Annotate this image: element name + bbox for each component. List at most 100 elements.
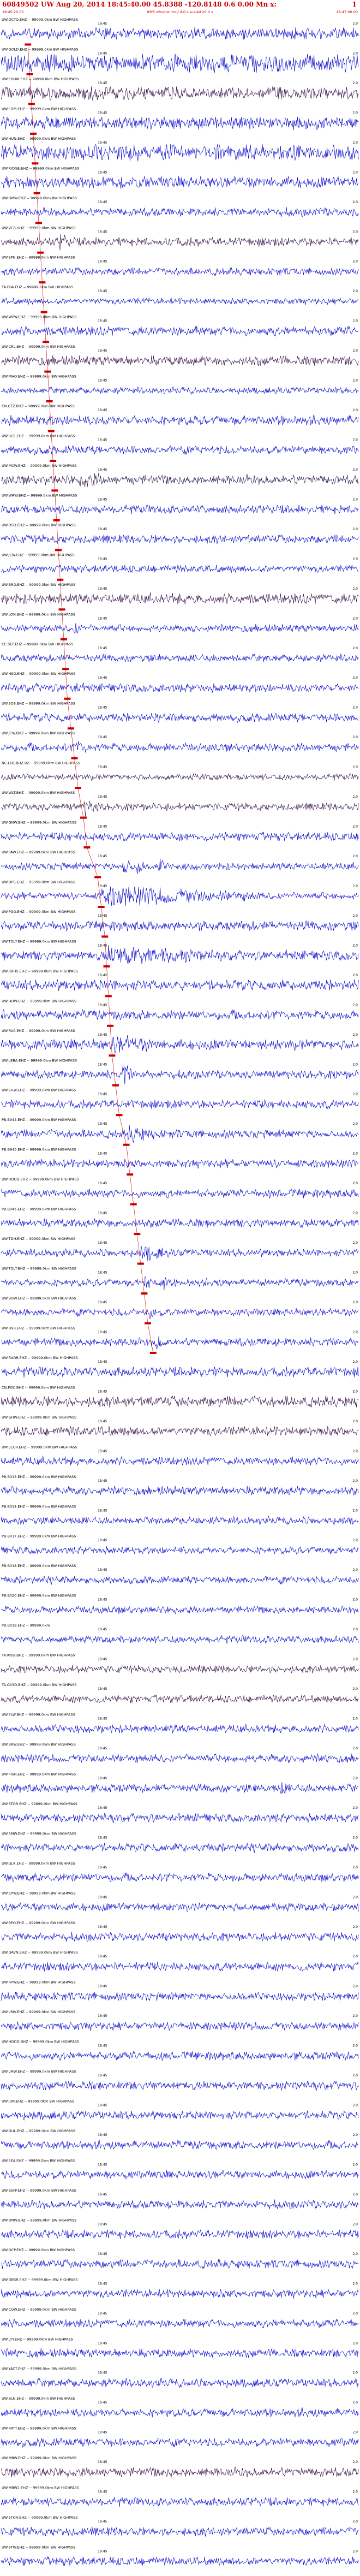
trace-waveform xyxy=(1,1812,359,1824)
trace-row: UW.VCR.HHZ -- 99999.0km BW HIGHPASS 18:45… xyxy=(1,225,359,254)
trace-waveform xyxy=(1,1008,359,1020)
trace-scale-label: 2.0 xyxy=(352,2014,358,2018)
trace-row: UW.WPW.EHZ -- 99999.0km BW HIGHPASS 18:45… xyxy=(1,315,359,343)
trace-row: UW.RIDGE.EHZ -- 99999.0km BW HIGHPASS 18:… xyxy=(1,166,359,194)
trace-row: UW.WRW.BHZ -- 99999.0km BW HIGHPASS 18:45… xyxy=(1,493,359,521)
trace-waveform xyxy=(1,1159,359,1169)
trace-scale-label: 2.0 xyxy=(352,557,358,561)
trace-waveform xyxy=(1,2110,359,2121)
trace-station-label: UW.RCS.EHZ -- 99999.0km BW HIGHPASS xyxy=(2,434,75,438)
trace-time-tick: 18:45 xyxy=(98,1955,107,1958)
trace-time-tick: 18:45 xyxy=(98,2252,107,2256)
trace-waveform xyxy=(1,1035,359,1054)
trace-scale-label: 2.0 xyxy=(352,1301,358,1304)
trace-time-tick: 18:45 xyxy=(98,1836,107,1839)
trace-time-tick: 18:45 xyxy=(98,1182,107,1185)
trace-row: UW.RVC.EHZ -- 99999.0km BW HIGHPASS 18:45… xyxy=(1,1029,359,1057)
trace-time-tick: 18:45 xyxy=(98,1985,107,1989)
trace-row: UW.RADR.EHZ -- 99999.0km BW HIGHPASS 18:4… xyxy=(1,1356,359,1378)
trace-scale-label: 2.0 xyxy=(352,854,358,858)
trace-scale-label: 2.0 xyxy=(352,1598,358,1602)
trace-row: UW.JCW.BHZ -- 99999.0km BW HIGHPASS 18:45… xyxy=(1,731,359,759)
trace-scale-label: 2.0 xyxy=(352,943,358,947)
trace-station-label: UW.GHW.EHZ -- 99999.0km BW HIGHPASS xyxy=(2,1415,76,1420)
trace-station-label: CN.PGC.BHZ -- 99999.0km BW HIGHPASS xyxy=(2,1385,75,1390)
trace-scale-label: 2.0 xyxy=(352,527,358,531)
trace-row: UW.YACT.EHZ -- 99999.0km BW HIGHPASS 18:4… xyxy=(1,2367,359,2389)
trace-time-tick: 18:45 xyxy=(98,2163,107,2167)
trace-row: UW.EDM.EHZ -- 99999.0km BW HIGHPASS 18:45… xyxy=(1,106,359,135)
trace-time-tick: 18:45 xyxy=(98,825,107,829)
trace-scale-label: 2.0 xyxy=(352,111,358,115)
trace-scale-label: 2.0 xyxy=(352,1925,358,1929)
trace-time-tick: 18:45 xyxy=(98,1449,107,1453)
moveout-line xyxy=(27,44,154,1353)
trace-station-label: UW.HOOD.EHZ -- 99999.0km BW HIGHPASS xyxy=(2,1177,79,1182)
trace-waveform xyxy=(1,1665,359,1674)
trace-waveform xyxy=(1,1902,359,1912)
trace-scale-label: 2.0 xyxy=(352,646,358,650)
trace-waveform xyxy=(1,1245,359,1261)
trace-scale-label: 2.0 xyxy=(352,379,358,383)
trace-station-label: UW.BRO.EHZ -- 99999.0km BW HIGHPASS xyxy=(2,583,75,587)
trace-station-label: UW.SMW.EHZ -- 99999.0km BW HIGHPASS xyxy=(2,1831,76,1836)
trace-row: UW.CHUM.EHZ -- 99999.0km BW HIGHPASS 18:4… xyxy=(1,77,359,105)
trace-waveform xyxy=(1,234,359,251)
trace-waveform xyxy=(1,414,359,426)
trace-scale-label: 2.0 xyxy=(352,319,358,323)
trace-scale-label: 2.0 xyxy=(352,1241,358,1245)
trace-scale-label: 2.0 xyxy=(352,2104,358,2108)
trace-scale-label: 2.0 xyxy=(352,438,358,442)
trace-row: UW.GMW.EHZ -- 99999.0km BW HIGHPASS 18:45… xyxy=(1,196,359,224)
trace-scale-label: 2.0 xyxy=(352,2163,358,2167)
trace-waveform xyxy=(1,1753,359,1764)
seismogram-record-section: 60849502 UW Aug 20, 2014 18:45:40.00 45.… xyxy=(1,1,359,2566)
trace-station-label: UW.SOS.EHZ -- 99999.0km BW HIGHPASS xyxy=(2,702,75,706)
trace-row: CN.CTZ.BHZ -- 99999.0km BW HIGHPASS 18:45… xyxy=(1,404,359,432)
trace-time-tick: 18:45 xyxy=(98,1687,107,1691)
trace-scale-label: 2.0 xyxy=(352,1212,358,1215)
header-event-line: 60849502 UW Aug 20, 2014 18:45:40.00 45.… xyxy=(2,1,277,8)
trace-waveform xyxy=(1,623,359,634)
trace-waveform xyxy=(1,116,359,130)
trace-waveform xyxy=(1,1486,359,1496)
trace-waveform xyxy=(1,564,359,574)
trace-row: UW.SOS.EHZ -- 99999.0km BW HIGHPASS 18:45… xyxy=(1,702,359,730)
trace-station-label: UW.GUL.EHZ -- 99999.0km BW HIGHPASS xyxy=(2,2129,75,2133)
trace-waveform xyxy=(1,2139,359,2150)
trace-row: UW.OBSR.EHZ -- 99999.0km BW HIGHPASS 18:4… xyxy=(1,2277,359,2299)
trace-scale-label: 2.0 xyxy=(352,2431,358,2435)
trace-time-tick: 18:45 xyxy=(98,943,107,947)
trace-row: UW.STOR.BHZ -- 99999.0km BW HIGHPASS 18:4… xyxy=(1,2515,359,2537)
trace-station-label: PB.B943.EHZ -- 99999.0km BW HIGHPASS xyxy=(2,1148,76,1152)
trace-time-tick: 18:45 xyxy=(98,1539,107,1542)
trace-time-tick: 18:45 xyxy=(98,1658,107,1661)
trace-row: UW.OCP.EHZ -- 99999.0km BW HIGHPASS 18:45… xyxy=(1,2248,359,2270)
trace-row: UW.BLN.EHZ -- 99999.0km BW HIGHPASS 18:45… xyxy=(1,2396,359,2418)
trace-waveform xyxy=(1,2229,359,2240)
trace-station-label: UW.HOOD.BHZ -- 99999.0km BW HIGHPASS xyxy=(2,2040,79,2044)
trace-waveform xyxy=(1,2259,359,2270)
trace-row: UW.LMW.EHZ -- 99999.0km BW HIGHPASS 18:45… xyxy=(1,2069,359,2091)
trace-station-label: UW.WPW.EHZ -- 99999.0km BW HIGHPASS xyxy=(2,315,77,319)
trace-time-tick: 18:45 xyxy=(98,230,107,234)
trace-waveform xyxy=(1,86,359,101)
trace-time-tick: 18:45 xyxy=(98,497,107,501)
header-lon: -120.8148 xyxy=(185,1,222,8)
trace-waveform xyxy=(1,1694,359,1704)
trace-scale-label: 2.0 xyxy=(352,1658,358,1661)
trace-time-tick: 18:45 xyxy=(98,1301,107,1304)
trace-station-label: UW.LRIV.EHZ -- 99999.0km BW HIGHPASS xyxy=(2,2010,75,2014)
trace-time-tick: 18:45 xyxy=(98,260,107,264)
trace-station-label: UW.MBW.EHZ -- 99999.0km BW HIGHPASS xyxy=(2,2456,76,2460)
trace-waveform xyxy=(1,1366,359,1378)
trace-waveform xyxy=(1,1961,359,1972)
trace-time-tick: 18:45 xyxy=(98,1479,107,1483)
trace-waveform xyxy=(1,2170,359,2180)
trace-row: UW.LON.EHZ -- 99999.0km BW HIGHPASS 18:45… xyxy=(1,612,359,640)
trace-station-label: UW.SEA.EHZ -- 99999.0km BW HIGHPASS xyxy=(2,2159,75,2163)
trace-waveform xyxy=(1,175,359,189)
trace-time-tick: 18:45 xyxy=(98,170,107,174)
trace-scale-label: 2.0 xyxy=(352,676,358,680)
trace-scale-label: 2.0 xyxy=(352,1063,358,1066)
